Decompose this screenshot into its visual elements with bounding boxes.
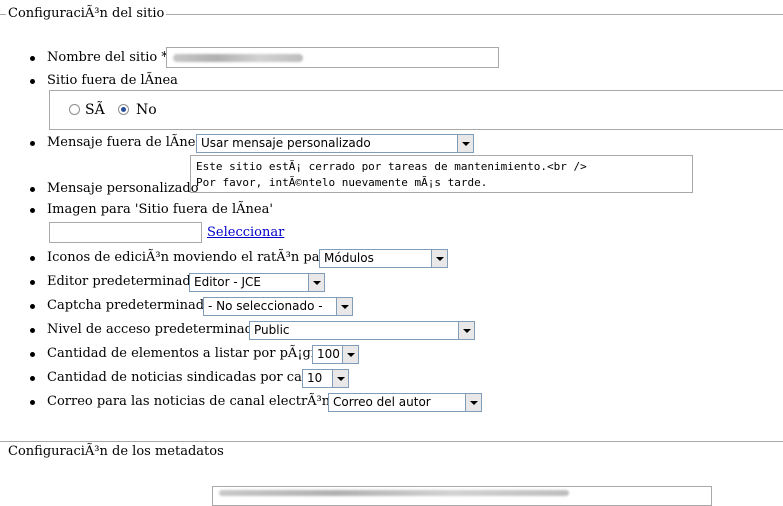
chevron-down-icon [465, 394, 481, 411]
edit-icons-select[interactable]: Módulos [319, 249, 448, 268]
feed-limit-value: 10 [307, 371, 323, 385]
redacted-meta-text [219, 490, 569, 496]
chevron-down-icon [308, 274, 324, 291]
offline-message-label: Mensaje fuera de lÃnea [47, 135, 204, 150]
default-captcha-select[interactable]: - No seleccionado - [203, 297, 353, 316]
list-limit-label: Cantidad de elementos a listar por pÃ¡gi… [47, 346, 332, 361]
chevron-down-icon [431, 250, 447, 267]
feed-limit-select[interactable]: 10 [302, 369, 349, 388]
meta-description-textarea[interactable] [212, 486, 712, 506]
edit-icons-value: Módulos [324, 251, 374, 265]
default-editor-select[interactable]: Editor - JCE [189, 273, 325, 292]
bullet [30, 400, 35, 405]
feed-email-value: Correo del autor [333, 395, 431, 409]
offline-message-value: Usar mensaje personalizado [201, 136, 371, 150]
edit-icons-label: Iconos de ediciÃ³n moviendo el ratÃ³n pa… [47, 250, 334, 265]
bullet [30, 376, 35, 381]
bullet [30, 328, 35, 333]
bullet [30, 141, 35, 146]
site-name-input[interactable] [166, 47, 499, 68]
default-access-value: Public [254, 323, 290, 337]
meta-fieldset-legend: ConfiguraciÃ³n de los metadatos [6, 444, 226, 460]
default-access-label: Nivel de acceso predeterminado [47, 322, 261, 337]
chevron-down-icon [458, 322, 474, 339]
meta-fieldset-border [0, 441, 783, 442]
site-fieldset-legend: ConfiguraciÃ³n del sitio [6, 6, 167, 22]
default-editor-value: Editor - JCE [194, 275, 261, 289]
select-image-link[interactable]: Seleccionar [207, 225, 284, 241]
bullet [30, 79, 35, 84]
chevron-down-icon [336, 298, 352, 315]
offline-image-label: Imagen para 'Sitio fuera de lÃnea' [47, 202, 273, 217]
offline-no-label: No [136, 102, 157, 118]
default-captcha-label: Captcha predeterminado [47, 298, 212, 313]
offline-label: Sitio fuera de lÃnea [47, 73, 178, 88]
bullet [30, 304, 35, 309]
custom-message-textarea[interactable]: Este sitio estÃ¡ cerrado por tareas de m… [190, 155, 693, 193]
bullet [30, 352, 35, 357]
default-editor-label: Editor predeterminado [47, 274, 199, 289]
chevron-down-icon [332, 370, 348, 387]
feed-email-label: Correo para las noticias de canal electr… [47, 394, 350, 409]
bullet [30, 256, 35, 261]
bullet [30, 187, 35, 192]
feed-limit-label: Cantidad de noticias sindicadas por cana… [47, 370, 323, 385]
offline-message-select[interactable]: Usar mensaje personalizado [196, 134, 474, 153]
chevron-down-icon [342, 346, 358, 363]
feed-email-select[interactable]: Correo del autor [328, 393, 482, 412]
bullet [30, 280, 35, 285]
list-limit-select[interactable]: 100 [312, 345, 359, 364]
offline-yes-label: SÃ [85, 102, 105, 118]
chevron-down-icon [457, 135, 473, 152]
offline-no-radio[interactable] [118, 104, 129, 115]
bullet [30, 56, 35, 61]
default-captcha-value: - No seleccionado - [208, 299, 323, 313]
default-access-select[interactable]: Public [249, 321, 475, 340]
offline-radio-group: SÃ No [49, 90, 783, 130]
offline-yes-radio[interactable] [69, 104, 80, 115]
custom-message-label: Mensaje personalizado [47, 181, 199, 196]
redacted-site-name [173, 54, 303, 62]
site-name-label: Nombre del sitio * [47, 50, 168, 65]
bullet [30, 208, 35, 213]
list-limit-value: 100 [317, 347, 340, 361]
offline-image-input[interactable] [49, 222, 202, 243]
